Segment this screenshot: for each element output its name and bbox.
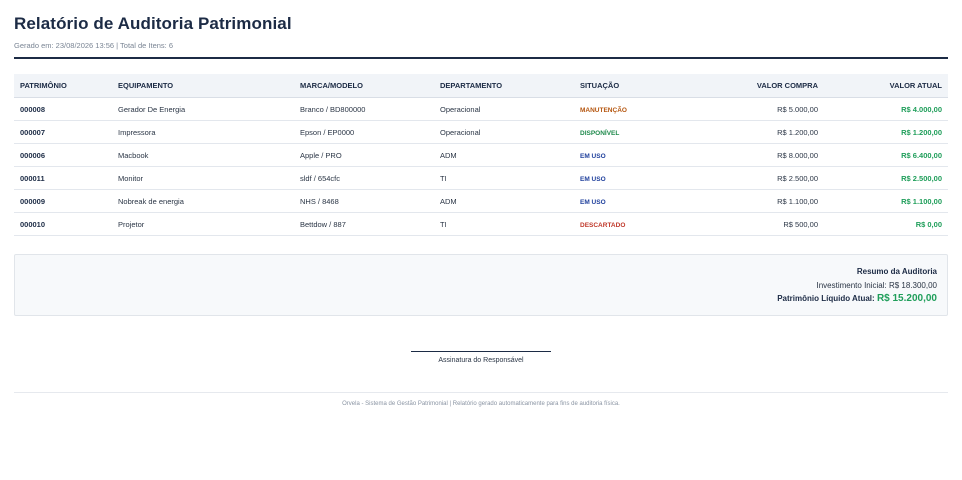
column-header-department: DEPARTAMENTO	[434, 74, 574, 98]
equipment-name: Gerador De Energia	[112, 97, 294, 121]
purchase-value: R$ 5.000,00	[686, 97, 824, 121]
brand-model: Apple / PRO	[294, 143, 434, 167]
equipment-name: Monitor	[112, 166, 294, 190]
department: ADM	[434, 189, 574, 213]
asset-id: 000009	[14, 189, 112, 213]
equipment-name: Impressora	[112, 120, 294, 144]
current-value: R$ 1.100,00	[824, 189, 948, 213]
department: Operacional	[434, 120, 574, 144]
brand-model: NHS / 8468	[294, 189, 434, 213]
brand-model: Bettdow / 887	[294, 212, 434, 236]
asset-id: 000010	[14, 212, 112, 236]
current-value: R$ 0,00	[824, 212, 948, 236]
department: TI	[434, 212, 574, 236]
current-value: R$ 2.500,00	[824, 166, 948, 190]
table-row: 000007 Impressora Epson / EP0000 Operaci…	[14, 120, 948, 144]
purchase-value: R$ 1.200,00	[686, 120, 824, 144]
table-row: 000009 Nobreak de energia NHS / 8468 ADM…	[14, 189, 948, 213]
equipment-name: Projetor	[112, 212, 294, 236]
column-header-current-value: VALOR ATUAL	[824, 74, 948, 98]
brand-model: Branco / BD800000	[294, 97, 434, 121]
footer-text: Orvela - Sistema de Gestão Patrimonial |…	[342, 401, 620, 407]
current-value: R$ 4.000,00	[824, 97, 948, 121]
table-row: 000008 Gerador De Energia Branco / BD800…	[14, 97, 948, 121]
signature-label: Assinatura do Responsável	[438, 357, 524, 364]
purchase-value: R$ 8.000,00	[686, 143, 824, 167]
table-row: 000011 Monitor sldf / 654cfc TI EM USO R…	[14, 166, 948, 190]
status-badge: MANUTENÇÃO	[580, 106, 627, 114]
table-row: 000010 Projetor Bettdow / 887 TI DESCART…	[14, 212, 948, 236]
header-divider	[14, 57, 948, 59]
column-header-asset-id: PATRIMÔNIO	[14, 74, 112, 98]
brand-model: sldf / 654cfc	[294, 166, 434, 190]
status-badge: EM USO	[580, 152, 606, 160]
asset-id: 000011	[14, 166, 112, 190]
status-badge: EM USO	[580, 198, 606, 206]
assets-table: PATRIMÔNIO EQUIPAMENTO MARCA/MODELO DEPA…	[14, 74, 948, 236]
department: ADM	[434, 143, 574, 167]
initial-investment: Investimento Inicial: R$ 18.300,00	[816, 281, 937, 290]
signature-block: Assinatura do Responsável	[14, 351, 948, 364]
report-page: Relatório de Auditoria Patrimonial Gerad…	[14, 0, 948, 407]
purchase-value: R$ 1.100,00	[686, 189, 824, 213]
current-value: R$ 6.400,00	[824, 143, 948, 167]
net-assets-label: Patrimônio Líquido Atual:	[777, 294, 875, 303]
equipment-name: Nobreak de energia	[112, 189, 294, 213]
column-header-purchase-value: VALOR COMPRA	[686, 74, 824, 98]
column-header-equipment: EQUIPAMENTO	[112, 74, 294, 98]
brand-model: Epson / EP0000	[294, 120, 434, 144]
net-assets-value: R$ 15.200,00	[876, 293, 937, 304]
status-badge: DESCARTADO	[580, 221, 626, 229]
department: Operacional	[434, 97, 574, 121]
table-row: 000006 Macbook Apple / PRO ADM EM USO R$…	[14, 143, 948, 167]
summary-title: Resumo da Auditoria	[856, 267, 937, 276]
signature-line	[411, 351, 551, 352]
column-header-status: SITUAÇÃO	[574, 74, 686, 98]
department: TI	[434, 166, 574, 190]
table-header-row: PATRIMÔNIO EQUIPAMENTO MARCA/MODELO DEPA…	[14, 74, 948, 98]
audit-summary-box: Resumo da Auditoria Investimento Inicial…	[14, 254, 948, 316]
purchase-value: R$ 500,00	[686, 212, 824, 236]
column-header-brand-model: MARCA/MODELO	[294, 74, 434, 98]
current-value: R$ 1.200,00	[824, 120, 948, 144]
report-meta: Gerado em: 23/08/2026 13:56 | Total de I…	[14, 41, 174, 50]
net-assets: Patrimônio Líquido Atual: R$ 15.200,00	[15, 293, 937, 304]
page-title: Relatório de Auditoria Patrimonial	[14, 14, 292, 33]
asset-id: 000006	[14, 143, 112, 167]
status-badge: EM USO	[580, 175, 606, 183]
footer-divider	[14, 392, 948, 393]
asset-id: 000007	[14, 120, 112, 144]
asset-id: 000008	[14, 97, 112, 121]
status-badge: DISPONÍVEL	[580, 129, 620, 137]
equipment-name: Macbook	[112, 143, 294, 167]
purchase-value: R$ 2.500,00	[686, 166, 824, 190]
